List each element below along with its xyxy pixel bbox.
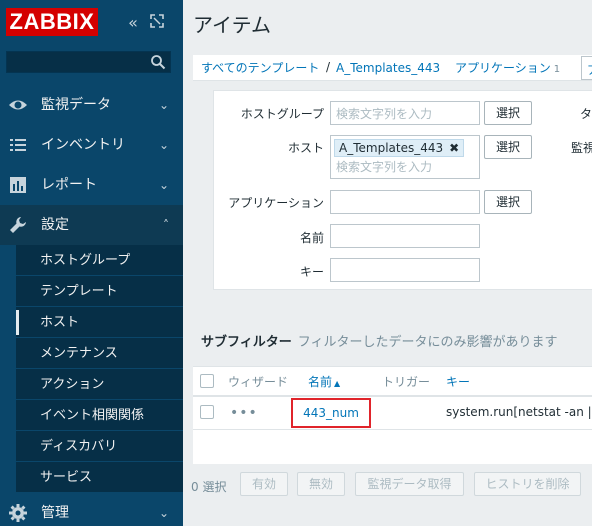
host-label: ホスト	[287, 141, 324, 155]
host-group-select-button[interactable]: 選択	[484, 101, 532, 125]
name-label: 名前	[299, 231, 324, 245]
menu-administration[interactable]: 管理 ⌄	[0, 493, 183, 526]
page-title: アイテム	[193, 13, 271, 37]
subfilter-hint: フィルターしたデータにのみ影響があります	[297, 335, 558, 350]
disable-button[interactable]: 無効	[297, 472, 345, 496]
breadcrumb-template[interactable]: A_Templates_443	[336, 60, 440, 76]
host-tag-label: A_Templates_443	[339, 141, 444, 155]
header-name[interactable]: 名前 ▲	[308, 374, 340, 392]
search-icon[interactable]	[150, 54, 166, 70]
application-select-button[interactable]: 選択	[484, 190, 532, 214]
logo-row: ZABBIX «	[0, 0, 183, 46]
menu-inventory[interactable]: インベントリ ⌄	[0, 125, 183, 165]
item-key: system.run[netstat -an |gre	[446, 405, 592, 419]
collapse-sidebar-icon[interactable]: «	[124, 14, 142, 32]
list-icon	[10, 139, 26, 151]
submenu-hosts[interactable]: ホスト	[16, 307, 183, 338]
submenu-templates[interactable]: テンプレート	[16, 276, 183, 307]
submenu-actions[interactable]: アクション	[16, 369, 183, 400]
kiosk-mode-icon[interactable]	[150, 14, 164, 28]
select-all-checkbox[interactable]	[200, 374, 214, 388]
submenu-event-correlation[interactable]: イベント相関関係	[16, 400, 183, 431]
monitoring-label: 監視	[571, 141, 592, 155]
host-select-button[interactable]: 選択	[484, 135, 532, 159]
header-key[interactable]: キー	[446, 374, 470, 390]
item-name-link[interactable]: 443_num	[291, 398, 371, 428]
table-row: ••• 443_num system.run[netstat -an |gre	[193, 397, 592, 430]
clear-history-button[interactable]: ヒストリを削除	[474, 472, 581, 496]
items-table: ウィザード 名前 ▲ トリガー キー ••• 443_num system.run…	[193, 366, 592, 464]
menu-monitoring[interactable]: 監視データ ⌄	[0, 85, 183, 125]
breadcrumb-items-tab-label: ア	[587, 63, 592, 77]
main-content: アイテム すべてのテンプレート / A_Templates_443 アプリケーシ…	[183, 0, 592, 526]
chevron-down-icon: ⌄	[158, 138, 169, 152]
type-label: タ	[580, 107, 592, 121]
breadcrumb-applications-count: 1	[553, 64, 561, 75]
host-search-placeholder: 検索文字列を入力	[336, 160, 433, 174]
wizard-menu-icon[interactable]: •••	[230, 405, 258, 421]
menu-monitoring-label: 監視データ	[41, 97, 111, 113]
breadcrumb-separator: /	[326, 60, 331, 74]
submenu-discovery[interactable]: ディスカバリ	[16, 431, 183, 462]
chevron-down-icon: ⌄	[158, 178, 169, 192]
submenu-maintenance[interactable]: メンテナンス	[16, 338, 183, 369]
host-multiselect[interactable]: A_Templates_443 ✖ 検索文字列を入力	[330, 135, 480, 179]
configuration-submenu: ホストグループ テンプレート ホスト メンテナンス アクション イベント相関関係…	[16, 245, 183, 493]
filter-panel: ホストグループ 検索文字列を入力 選択 タ ホスト A_Templates_44…	[213, 90, 592, 290]
host-tag: A_Templates_443 ✖	[334, 139, 465, 157]
table-header: ウィザード 名前 ▲ トリガー キー	[193, 367, 592, 397]
breadcrumb: すべてのテンプレート / A_Templates_443 アプリケーション1 ア	[193, 55, 592, 81]
menu-administration-label: 管理	[41, 505, 69, 521]
remove-tag-icon[interactable]: ✖	[449, 140, 459, 156]
zabbix-logo[interactable]: ZABBIX	[6, 8, 98, 36]
host-group-input[interactable]: 検索文字列を入力	[330, 101, 480, 125]
submenu-services[interactable]: サービス	[16, 462, 183, 493]
sidebar-search-input[interactable]	[6, 51, 171, 73]
bar-chart-icon	[10, 177, 26, 193]
subfilter: サブフィルター フィルターしたデータにのみ影響があります	[201, 331, 558, 350]
chevron-down-icon: ⌄	[158, 506, 169, 520]
application-input[interactable]	[330, 190, 480, 214]
gear-icon	[9, 504, 27, 522]
action-bar: 0 選択 有効 無効 監視データ取得 ヒストリを削除	[183, 470, 592, 500]
key-label: キー	[299, 265, 324, 279]
breadcrumb-applications-label: アプリケーション	[455, 61, 551, 75]
host-group-label: ホストグループ	[240, 107, 324, 121]
wrench-icon	[10, 217, 26, 233]
submenu-host-groups[interactable]: ホストグループ	[16, 245, 183, 276]
check-now-button[interactable]: 監視データ取得	[355, 472, 464, 496]
eye-icon	[9, 100, 27, 110]
sidebar: ZABBIX « 監視データ ⌄ インベントリ ⌄ レポート ⌄ 設定 ˄ ホス…	[0, 0, 183, 526]
header-name-label: 名前	[308, 375, 333, 389]
name-input[interactable]	[330, 224, 480, 248]
header-triggers: トリガー	[382, 375, 431, 389]
menu-reports[interactable]: レポート ⌄	[0, 165, 183, 205]
sort-asc-icon: ▲	[334, 379, 341, 388]
chevron-down-icon: ⌄	[158, 98, 169, 112]
breadcrumb-all-templates[interactable]: すべてのテンプレート	[201, 60, 319, 76]
subfilter-title: サブフィルター	[201, 335, 292, 350]
breadcrumb-items-tab[interactable]: ア	[581, 56, 592, 80]
header-wizard: ウィザード	[228, 375, 289, 389]
application-label: アプリケーション	[228, 196, 324, 210]
menu-configuration-label: 設定	[41, 217, 69, 233]
enable-button[interactable]: 有効	[240, 472, 288, 496]
chevron-up-icon: ˄	[163, 218, 169, 232]
selected-count: 0 選択	[191, 480, 227, 494]
menu-configuration[interactable]: 設定 ˄	[0, 205, 183, 245]
key-input[interactable]	[330, 258, 480, 282]
menu-reports-label: レポート	[41, 177, 97, 193]
breadcrumb-applications[interactable]: アプリケーション 1	[455, 60, 560, 78]
menu-inventory-label: インベントリ	[41, 137, 125, 153]
row-checkbox[interactable]	[200, 405, 214, 419]
